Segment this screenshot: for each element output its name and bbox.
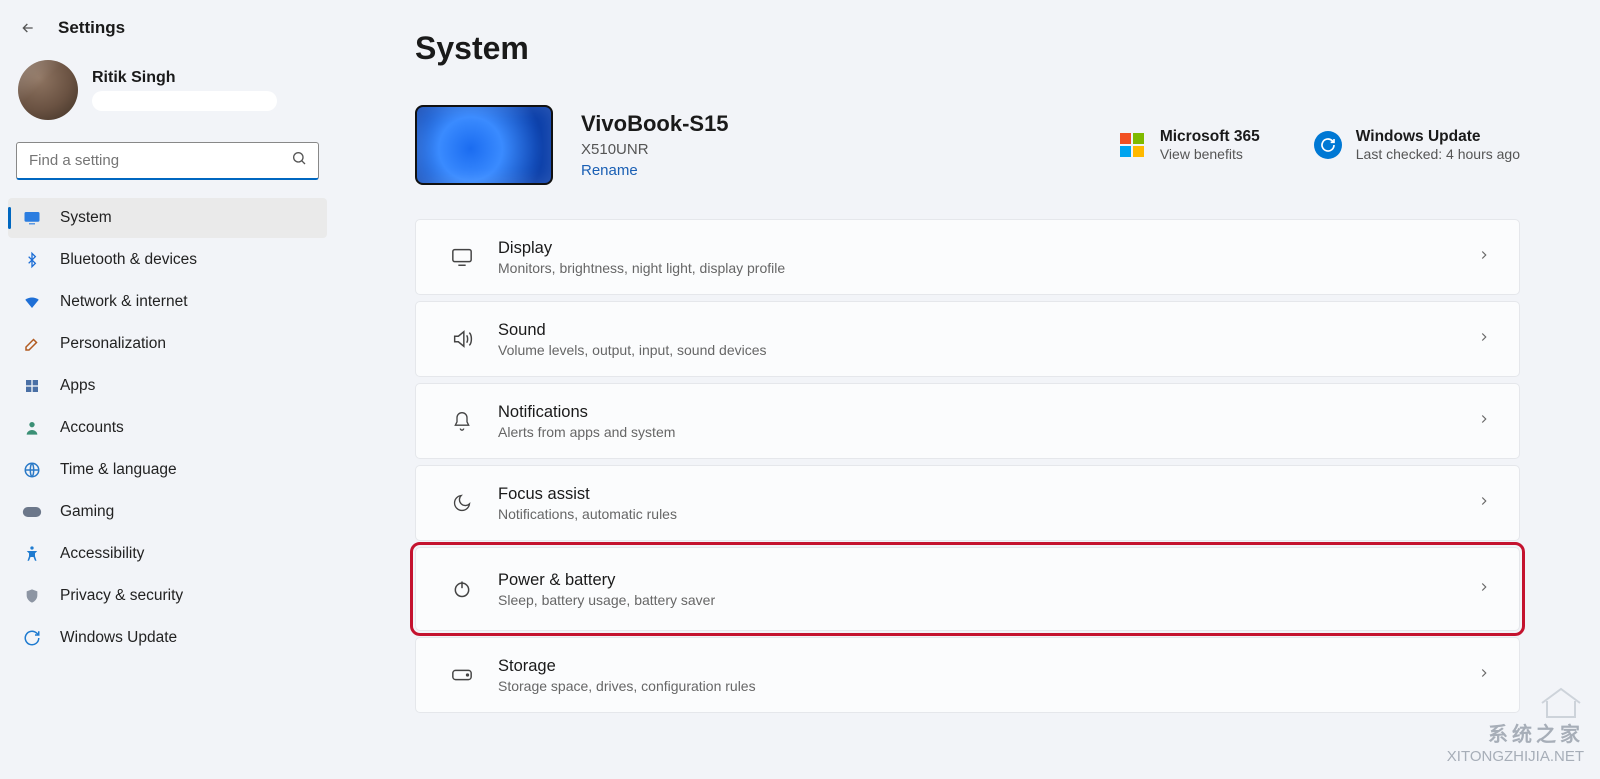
tile-windows-update[interactable]: Windows Update Last checked: 4 hours ago [1314,128,1520,162]
sidebar-nav: System Bluetooth & devices Network & int… [8,194,327,662]
app-title: Settings [58,18,125,38]
chevron-right-icon [1477,330,1491,349]
nav-icon [22,505,42,519]
display-icon [444,246,480,268]
sidebar-item-bluetooth-devices[interactable]: Bluetooth & devices [8,240,327,280]
sidebar-item-label: System [60,209,112,227]
settings-cards: Display Monitors, brightness, night ligh… [415,219,1520,713]
sidebar-item-label: Accounts [60,419,124,437]
search-input[interactable] [16,142,319,180]
sidebar-item-label: Gaming [60,503,114,521]
sidebar-item-label: Accessibility [60,545,144,563]
device-name: VivoBook-S15 [581,111,729,137]
nav-icon [22,629,42,647]
bell-icon [444,410,480,432]
sidebar-item-privacy-security[interactable]: Privacy & security [8,576,327,616]
sidebar-item-windows-update[interactable]: Windows Update [8,618,327,658]
sidebar-item-network-internet[interactable]: Network & internet [8,282,327,322]
sidebar-item-label: Privacy & security [60,587,183,605]
chevron-right-icon [1477,494,1491,513]
card-title: Display [498,239,785,258]
sidebar-item-label: Apps [60,377,95,395]
sidebar-item-label: Windows Update [60,629,177,647]
card-sub: Storage space, drives, configuration rul… [498,678,756,694]
tile-title: Microsoft 365 [1160,128,1260,146]
card-power-battery[interactable]: Power & battery Sleep, battery usage, ba… [415,547,1520,631]
nav-icon [22,461,42,479]
device-row: VivoBook-S15 X510UNR Rename Microsoft 36… [415,105,1520,185]
nav-icon [22,293,42,311]
sidebar-item-label: Personalization [60,335,166,353]
tile-microsoft-365[interactable]: Microsoft 365 View benefits [1118,128,1260,162]
card-sound[interactable]: Sound Volume levels, output, input, soun… [415,301,1520,377]
nav-icon [22,251,42,269]
chevron-right-icon [1477,412,1491,431]
card-title: Storage [498,657,756,676]
sidebar-item-personalization[interactable]: Personalization [8,324,327,364]
back-button[interactable] [18,18,38,38]
sidebar-item-accessibility[interactable]: Accessibility [8,534,327,574]
device-model: X510UNR [581,141,729,158]
tile-sub: View benefits [1160,146,1260,162]
rename-link[interactable]: Rename [581,162,729,179]
card-notifications[interactable]: Notifications Alerts from apps and syste… [415,383,1520,459]
user-name: Ritik Singh [92,69,277,87]
chevron-right-icon [1477,580,1491,599]
sidebar-item-apps[interactable]: Apps [8,366,327,406]
card-display[interactable]: Display Monitors, brightness, night ligh… [415,219,1520,295]
nav-icon [22,419,42,437]
sidebar-item-label: Network & internet [60,293,188,311]
card-sub: Notifications, automatic rules [498,506,677,522]
card-title: Focus assist [498,485,677,504]
sidebar-item-gaming[interactable]: Gaming [8,492,327,532]
user-account-row[interactable]: Ritik Singh [8,52,327,134]
card-sub: Alerts from apps and system [498,424,675,440]
nav-icon [22,209,42,227]
chevron-right-icon [1477,666,1491,685]
sidebar-item-accounts[interactable]: Accounts [8,408,327,448]
chevron-right-icon [1477,248,1491,267]
card-title: Notifications [498,403,675,422]
card-sub: Monitors, brightness, night light, displ… [498,260,785,276]
microsoft-365-icon [1118,131,1146,159]
sidebar-item-system[interactable]: System [8,198,327,238]
device-thumbnail[interactable] [415,105,553,185]
card-focus-assist[interactable]: Focus assist Notifications, automatic ru… [415,465,1520,541]
sidebar-item-label: Bluetooth & devices [60,251,197,269]
sidebar-item-time-language[interactable]: Time & language [8,450,327,490]
nav-icon [22,378,42,394]
card-title: Power & battery [498,571,715,590]
nav-icon [22,335,42,353]
sidebar-item-label: Time & language [60,461,177,479]
tile-sub: Last checked: 4 hours ago [1356,146,1520,162]
sync-icon [1314,131,1342,159]
card-storage[interactable]: Storage Storage space, drives, configura… [415,637,1520,713]
power-icon [444,579,480,599]
user-email-placeholder [92,91,277,111]
storage-icon [444,668,480,682]
nav-icon [22,545,42,563]
main-content: System VivoBook-S15 X510UNR Rename Micro… [335,0,1600,779]
card-sub: Sleep, battery usage, battery saver [498,592,715,608]
sound-icon [444,328,480,350]
card-title: Sound [498,321,767,340]
page-title: System [415,30,1520,67]
tile-title: Windows Update [1356,128,1520,146]
sidebar: Settings Ritik Singh System Bluetooth & … [0,0,335,779]
avatar [18,60,78,120]
moon-icon [444,493,480,513]
card-sub: Volume levels, output, input, sound devi… [498,342,767,358]
nav-icon [22,587,42,605]
